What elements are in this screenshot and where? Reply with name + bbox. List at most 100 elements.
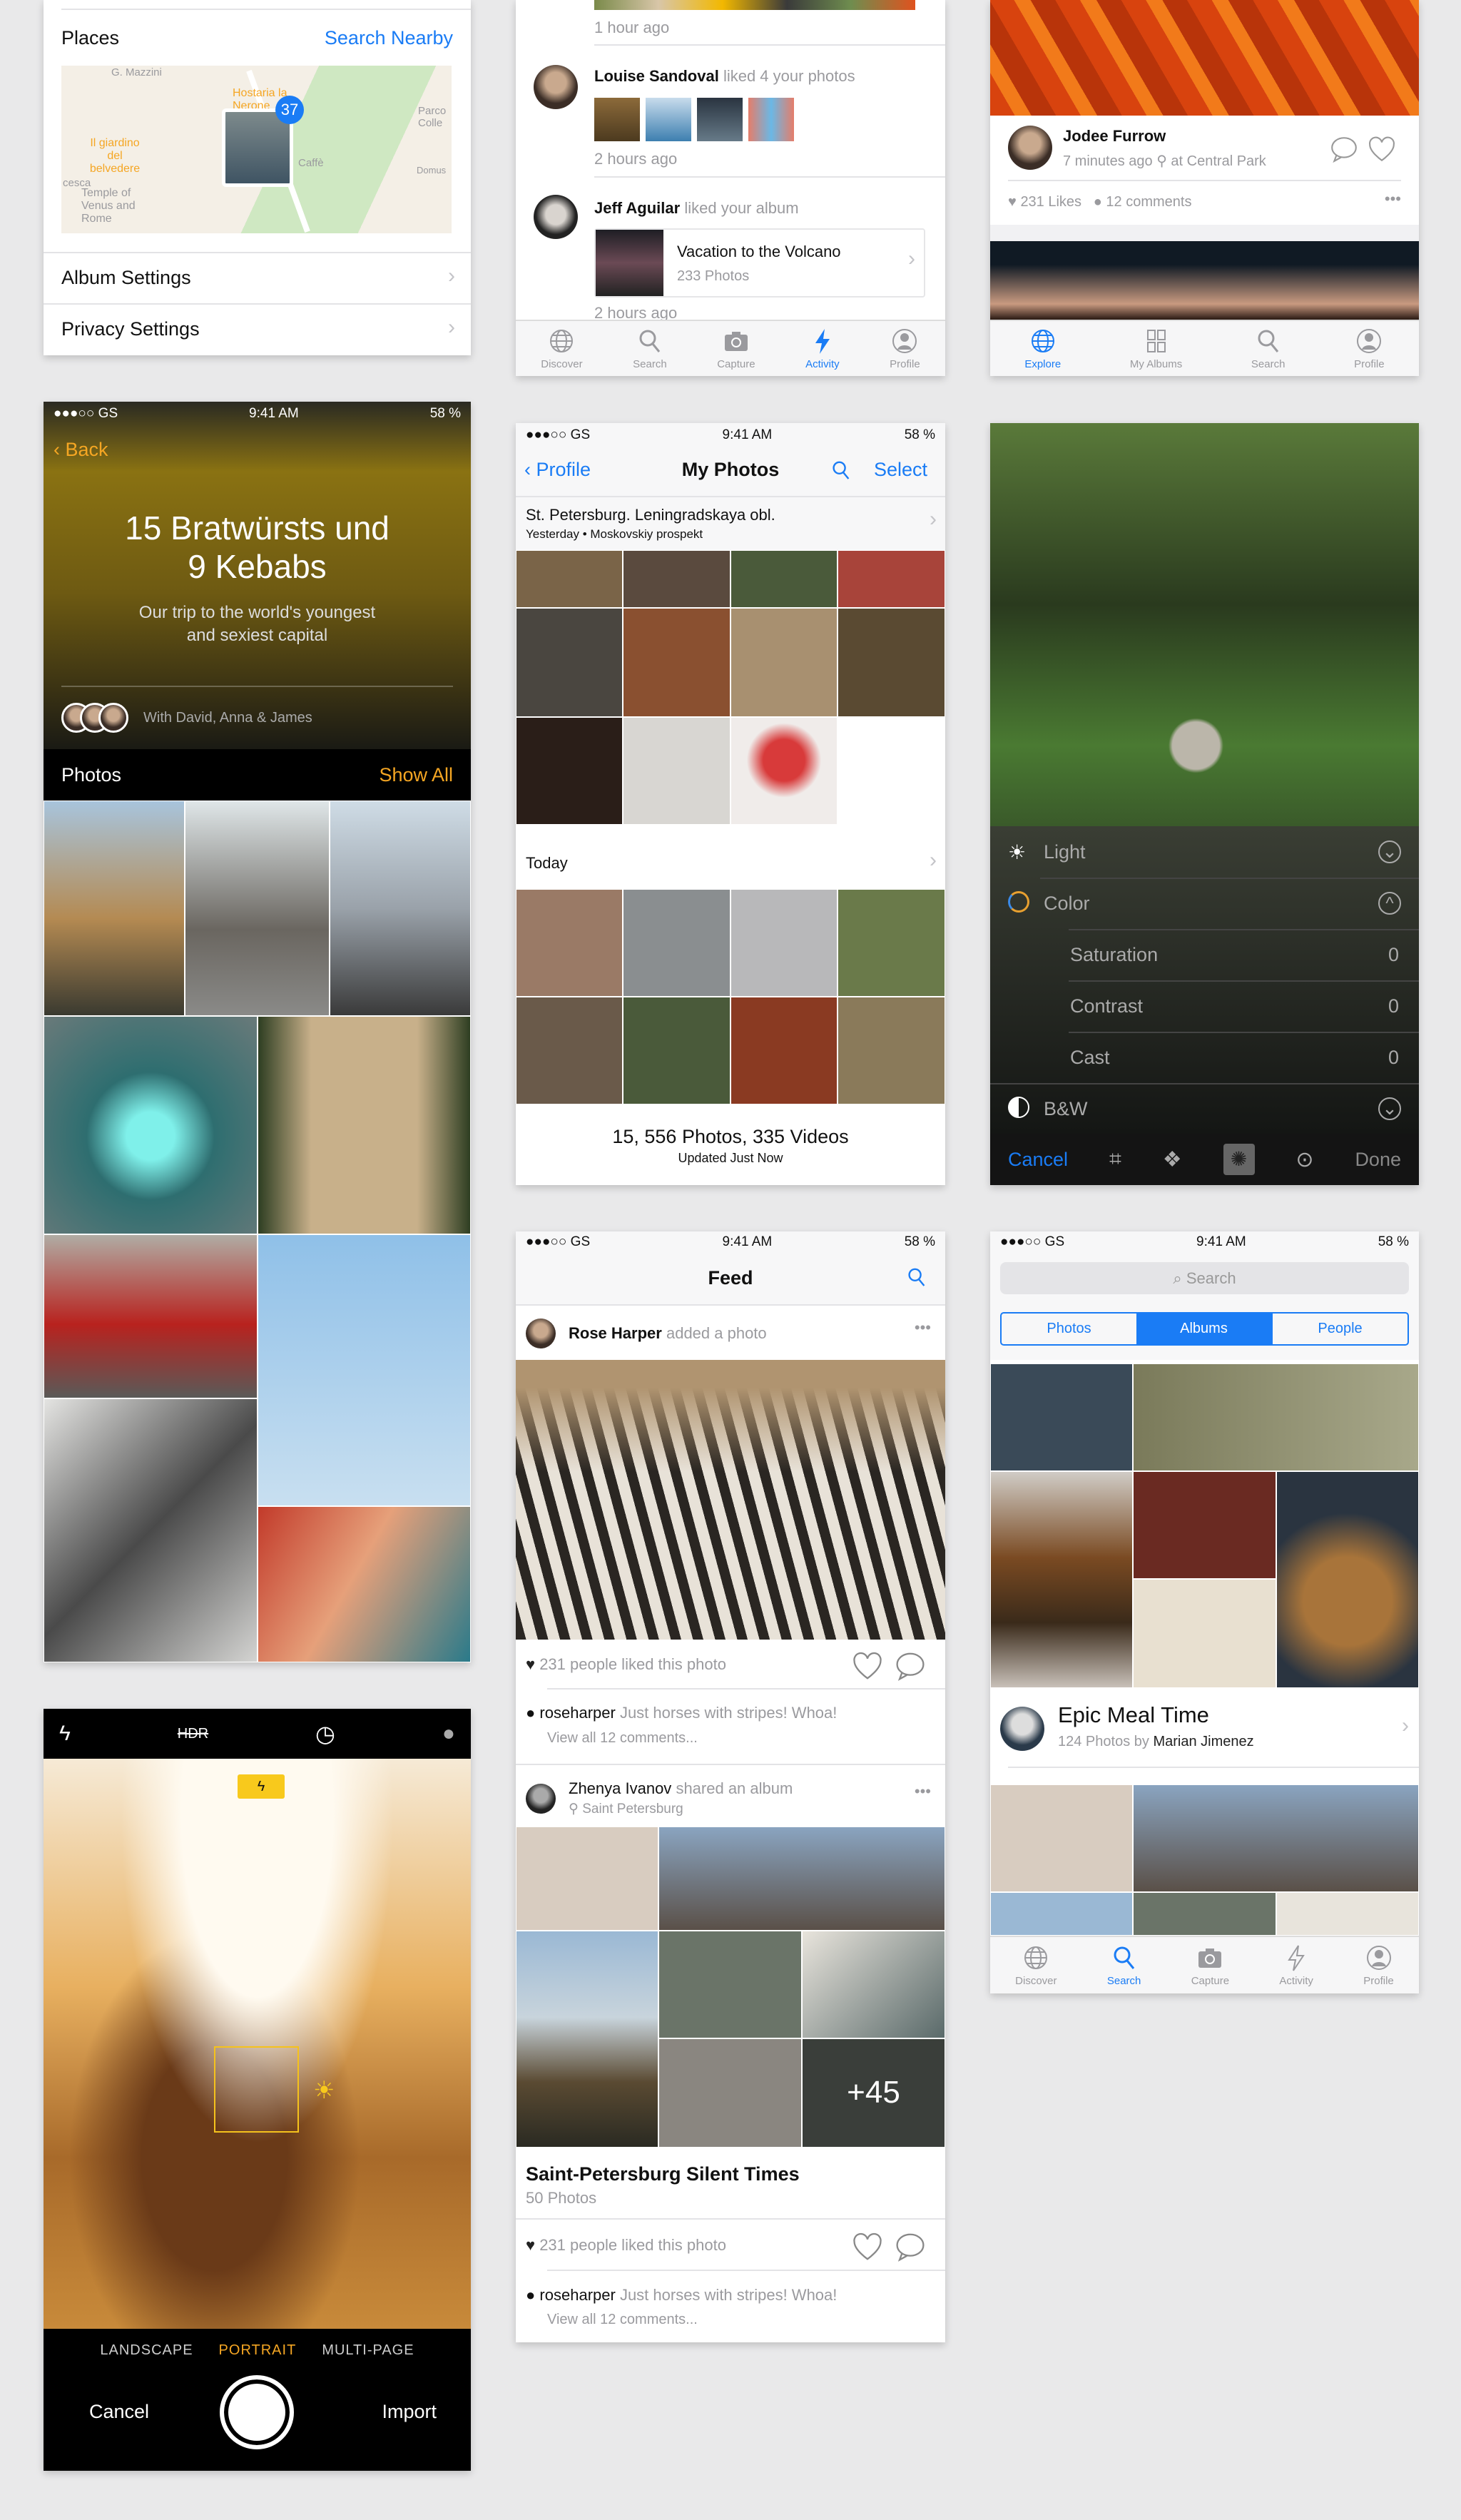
search-icon[interactable] — [905, 1266, 928, 1289]
tab-activity[interactable]: Activity — [805, 327, 840, 370]
photo[interactable] — [258, 1016, 471, 1234]
photo[interactable] — [516, 1931, 658, 2148]
tab-discover[interactable]: Discover — [1015, 1944, 1057, 1987]
section-today[interactable]: Today — [526, 854, 568, 873]
adjust-color-row[interactable]: Color ^ — [990, 878, 1419, 929]
back-button[interactable]: ‹ Back — [54, 439, 108, 461]
back-button[interactable]: ‹ Profile — [524, 459, 591, 481]
done-button[interactable]: Done — [1355, 1149, 1401, 1171]
photo[interactable] — [516, 889, 623, 997]
album-title[interactable]: Epic Meal Time — [1058, 1702, 1209, 1728]
adjust-bw-row[interactable]: B&W ⌄ — [990, 1083, 1419, 1134]
photo[interactable] — [1276, 1892, 1419, 1936]
avatar[interactable] — [534, 65, 578, 109]
tab-capture[interactable]: Capture — [717, 327, 755, 370]
view-all-comments-link[interactable]: View all 12 comments... — [547, 2312, 698, 2328]
tab-profile[interactable]: Profile — [1363, 1944, 1394, 1987]
camera-viewfinder[interactable] — [44, 1759, 471, 2329]
import-button[interactable]: Import — [382, 2401, 437, 2423]
select-button[interactable]: Select — [874, 459, 927, 481]
photo[interactable] — [990, 1363, 1133, 1471]
avatar[interactable] — [1000, 1707, 1044, 1751]
photo[interactable] — [44, 1398, 258, 1662]
album-title[interactable]: Saint-Petersburg Silent Times — [526, 2163, 800, 2185]
photo[interactable] — [658, 1931, 802, 2038]
tab-discover[interactable]: Discover — [541, 327, 583, 370]
more-photos-tile[interactable]: +45 — [802, 2038, 945, 2148]
user-name[interactable]: Louise Sandoval — [594, 67, 719, 85]
tab-search[interactable]: Search — [1107, 1944, 1141, 1987]
photo[interactable] — [44, 1234, 258, 1398]
photo[interactable] — [623, 717, 730, 825]
hdr-toggle[interactable]: HDR — [178, 1726, 208, 1742]
heart-icon[interactable] — [851, 1650, 884, 1682]
saturation-slider-row[interactable]: Saturation 0 — [990, 929, 1419, 980]
photo[interactable] — [330, 801, 471, 1016]
photo[interactable] — [258, 1506, 471, 1662]
photo[interactable] — [623, 889, 730, 997]
cast-slider-row[interactable]: Cast 0 — [990, 1032, 1419, 1083]
photo[interactable] — [516, 1827, 658, 1931]
photo[interactable] — [658, 1827, 945, 1931]
photo[interactable] — [838, 608, 945, 717]
participant-avatars[interactable] — [61, 703, 128, 733]
timer-icon[interactable]: ◷ — [315, 1720, 335, 1747]
adjust-light-row[interactable]: ☀ Light ⌄ — [990, 826, 1419, 878]
photo[interactable] — [623, 550, 730, 608]
more-icon[interactable]: ••• — [915, 1319, 931, 1337]
tab-search[interactable]: Search — [1251, 327, 1285, 370]
photo[interactable] — [258, 1234, 471, 1506]
photo[interactable] — [730, 717, 838, 825]
liked-thumbnails[interactable] — [594, 0, 915, 10]
heart-icon[interactable] — [1367, 134, 1397, 164]
user-name[interactable]: Jodee Furrow — [1063, 127, 1166, 146]
avatar[interactable] — [526, 1784, 556, 1814]
more-icon[interactable]: ••• — [1385, 190, 1401, 208]
photo-thumbnail[interactable] — [748, 98, 794, 141]
segment-people[interactable]: People — [1271, 1314, 1407, 1344]
cancel-button[interactable]: Cancel — [89, 2401, 149, 2423]
photo[interactable] — [623, 608, 730, 717]
show-all-button[interactable]: Show All — [379, 764, 453, 786]
cancel-button[interactable]: Cancel — [1008, 1149, 1068, 1171]
tab-explore[interactable]: Explore — [1024, 327, 1061, 370]
photo[interactable] — [990, 1892, 1133, 1936]
photo-thumbnail[interactable] — [646, 98, 691, 141]
user-name[interactable]: Rose Harper — [569, 1324, 662, 1342]
photo[interactable] — [516, 997, 623, 1104]
photo[interactable] — [990, 1784, 1133, 1892]
flash-icon[interactable]: ϟ — [59, 1722, 71, 1746]
places-map[interactable]: G. Mazzini Il giardino del belvedere Hos… — [61, 66, 452, 233]
photo[interactable] — [730, 889, 838, 997]
album-card[interactable]: Vacation to the Volcano 233 Photos › — [594, 228, 925, 298]
avatar[interactable] — [1008, 126, 1052, 170]
photo[interactable] — [1133, 1363, 1419, 1471]
more-icon[interactable]: ⊙ — [1295, 1147, 1313, 1172]
mode-multi-page[interactable]: MULTI-PAGE — [322, 2342, 414, 2359]
shutter-button[interactable] — [220, 2375, 294, 2449]
photo[interactable] — [802, 1931, 945, 2038]
photo[interactable] — [838, 889, 945, 997]
photo[interactable] — [1133, 1471, 1276, 1579]
search-input[interactable]: ⌕ Search — [1000, 1262, 1409, 1294]
photo[interactable] — [1276, 1471, 1419, 1688]
search-nearby-link[interactable]: Search Nearby — [325, 27, 453, 49]
filters-icon[interactable]: ● — [442, 1722, 455, 1746]
tab-activity[interactable]: Activity — [1279, 1944, 1313, 1987]
photo[interactable] — [623, 997, 730, 1104]
post-photo[interactable] — [990, 241, 1419, 320]
avatar[interactable] — [526, 1319, 556, 1348]
comment-icon[interactable] — [894, 1650, 927, 1682]
photo[interactable] — [990, 1471, 1133, 1688]
photo-thumbnail[interactable] — [594, 98, 640, 141]
tab-profile[interactable]: Profile — [890, 327, 920, 370]
filters-icon[interactable]: ❖ — [1163, 1147, 1182, 1172]
tab-my-albums[interactable]: My Albums — [1130, 327, 1182, 370]
contrast-slider-row[interactable]: Contrast 0 — [990, 980, 1419, 1032]
photo[interactable] — [1133, 1579, 1276, 1688]
view-all-comments-link[interactable]: View all 12 comments... — [547, 1730, 698, 1747]
mode-portrait[interactable]: PORTRAIT — [219, 2342, 297, 2359]
photo[interactable] — [185, 801, 330, 1016]
tab-capture[interactable]: Capture — [1191, 1944, 1229, 1987]
tab-search[interactable]: Search — [633, 327, 667, 370]
